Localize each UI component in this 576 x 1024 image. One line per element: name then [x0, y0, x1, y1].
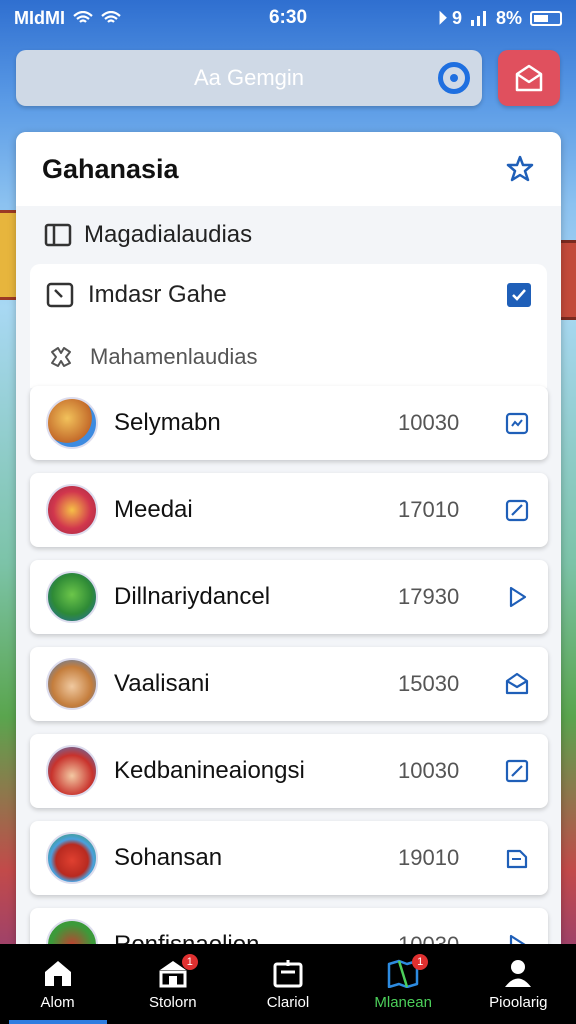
nav-label: Alom	[40, 993, 75, 1011]
dashboard-icon[interactable]	[504, 410, 530, 436]
nav-home[interactable]: Alom	[3, 944, 113, 1024]
game-avatar	[46, 919, 98, 944]
game-name: Dillnariydancel	[114, 583, 271, 610]
panel-title: Gahanasia	[42, 153, 179, 184]
game-avatar	[46, 832, 98, 884]
games-list: Selymabn 10030 Meedai 17010 Dillnariydan…	[30, 386, 548, 944]
nav-profile[interactable]: Pioolarig	[463, 944, 573, 1024]
note-icon[interactable]	[504, 845, 530, 871]
play-icon[interactable]	[504, 932, 530, 944]
list-item[interactable]: Sohansan 19010	[30, 821, 548, 895]
wifi-icon	[101, 11, 121, 23]
edit-icon[interactable]	[504, 497, 530, 523]
game-avatar	[46, 745, 98, 797]
checkmark-icon	[512, 289, 526, 301]
search-icon[interactable]	[438, 62, 470, 94]
game-score: 17010	[398, 497, 460, 522]
nav-label: Stolorn	[149, 993, 197, 1011]
nav-label: Pioolarig	[489, 993, 548, 1011]
filter-label: Imdasr Gahe	[88, 281, 227, 308]
profile-icon	[505, 959, 532, 987]
game-score: 15030	[398, 671, 460, 696]
games-panel: Gahanasia Magadialaudias Imdasr Gahe Mah…	[16, 132, 561, 944]
inbox-icon	[273, 959, 303, 987]
nav-label: Mlanean	[374, 993, 432, 1011]
list-item[interactable]: Vaalisani 15030	[30, 647, 548, 721]
game-name: Ronfisnaolion	[114, 931, 532, 944]
list-item[interactable]: Kedbanineaiongsi 10030	[30, 734, 548, 808]
status-bar: MIdMI 6:30 ⏵ 9 8%	[0, 0, 576, 36]
tablet-icon	[44, 223, 72, 247]
list-item[interactable]: Ronfisnaolion 10030	[30, 908, 548, 944]
search-input[interactable]: Aa Gemgin	[16, 50, 482, 106]
filter-card: Imdasr Gahe Mahamenlaudias	[30, 264, 547, 388]
subsection-row: Mahamenlaudias	[30, 326, 547, 388]
game-avatar	[46, 571, 98, 623]
list-item[interactable]: Meedai 17010	[30, 473, 548, 547]
box-icon[interactable]	[504, 671, 530, 697]
play-icon[interactable]	[504, 584, 530, 610]
game-avatar	[46, 397, 98, 449]
edit-square-icon[interactable]	[504, 758, 530, 784]
notification-badge: 1	[181, 954, 198, 970]
game-name: Kedbanineaiongsi	[114, 757, 305, 784]
search-placeholder: Aa Gemgin	[193, 65, 305, 90]
game-name: Meedai	[114, 496, 193, 523]
game-avatar	[46, 658, 98, 710]
battery-percent: 8%	[495, 7, 522, 28]
clock: 6:30	[268, 7, 308, 28]
nav-map[interactable]: 1 Mlanean	[348, 944, 458, 1024]
bottom-nav: Alom 1 Stolorn Clariol 1 Mlanean Pioolar…	[0, 944, 576, 1024]
game-score: 10030	[398, 410, 460, 435]
game-score: 19010	[398, 845, 460, 870]
list-item[interactable]: Selymabn 10030	[30, 386, 548, 460]
game-name: Sohansan	[114, 844, 223, 871]
timer-icon	[46, 282, 74, 308]
subsection-label: Mahamenlaudias	[90, 344, 258, 369]
game-name: Selymabn	[114, 409, 221, 436]
star-badge-icon[interactable]	[505, 154, 535, 184]
notification-badge: 1	[412, 954, 429, 970]
section-label: Magadialaudias	[84, 221, 253, 248]
filter-checkbox[interactable]	[507, 283, 531, 307]
battery-icon	[530, 10, 562, 26]
mail-open-icon	[515, 64, 543, 92]
game-score: 17930	[398, 584, 460, 609]
list-item[interactable]: Dillnariydancel 17930	[30, 560, 548, 634]
home-icon	[44, 960, 71, 986]
wifi-icon	[73, 11, 93, 23]
game-score: 10030	[398, 932, 459, 944]
nav-store[interactable]: 1 Stolorn	[118, 944, 228, 1024]
signal-icon	[470, 11, 486, 26]
gamepad-icon	[51, 347, 71, 367]
nav-inbox[interactable]: Clariol	[233, 944, 343, 1024]
carrier-label: MIdMI	[14, 7, 65, 28]
nav-label: Clariol	[266, 993, 310, 1011]
filter-row[interactable]: Imdasr Gahe	[30, 264, 547, 326]
section-header: Magadialaudias	[16, 206, 561, 264]
game-name: Vaalisani	[114, 670, 210, 697]
game-score: 10030	[398, 758, 460, 783]
status-indicators: ⏵ 9	[437, 7, 462, 28]
game-avatar	[46, 484, 98, 536]
mail-button[interactable]	[498, 50, 560, 106]
